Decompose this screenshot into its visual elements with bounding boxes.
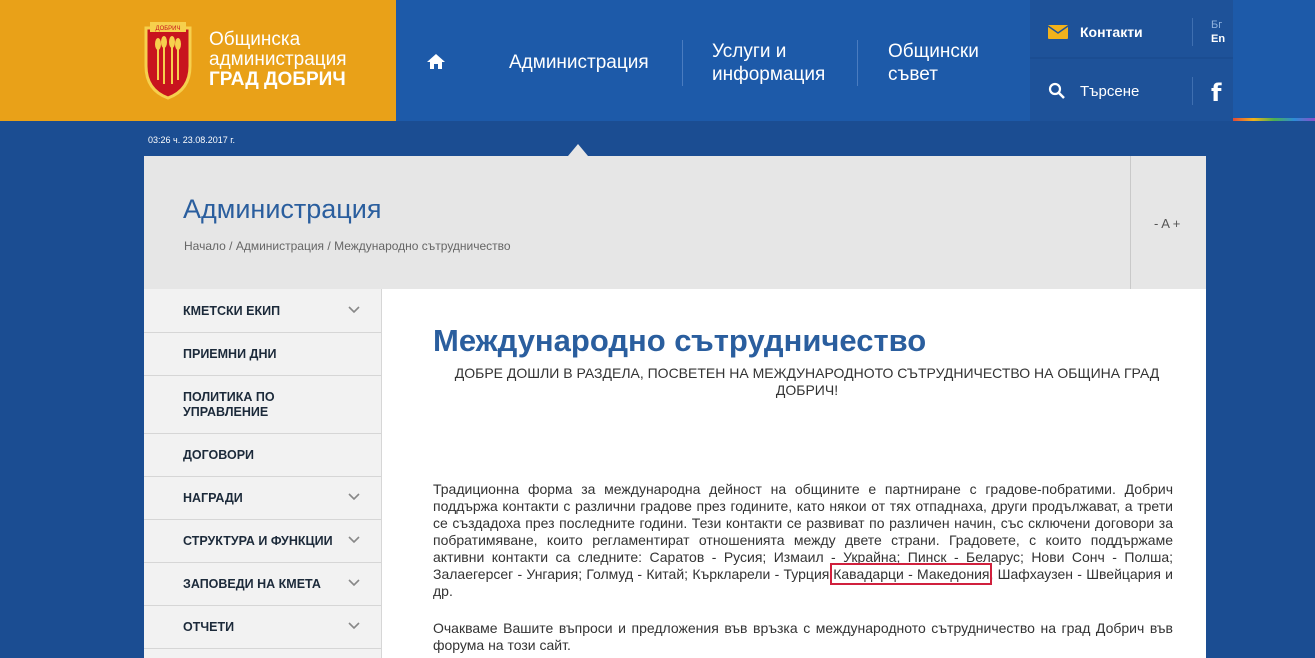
- sidebar-item-mayor-team[interactable]: КМЕТСКИ ЕКИП: [144, 289, 381, 333]
- content-title: Международно сътрудничество: [433, 323, 927, 358]
- sidebar-item-governance-policy[interactable]: ПОЛИТИКА ПО УПРАВЛЕНИЕ: [144, 376, 381, 434]
- page-title: Администрация: [183, 194, 382, 224]
- welcome-text: ДОБРЕ ДОШЛИ В РАЗДЕЛА, ПОСВЕТЕН НА МЕЖДУ…: [454, 365, 1160, 398]
- header-tools: Контакти Бг En Търсене f: [1030, 0, 1233, 121]
- sidebar-item-label: НАГРАДИ: [183, 491, 243, 505]
- sidebar-item-reception-days[interactable]: ПРИЕМНИ ДНИ: [144, 333, 381, 376]
- highlighted-city-link[interactable]: Кавадарци - Македония: [830, 563, 993, 585]
- chevron-down-icon[interactable]: [348, 622, 360, 630]
- search-row: Търсене f: [1030, 62, 1233, 121]
- nav-item-municipal-council[interactable]: Общински съвет: [888, 40, 979, 86]
- header-right-filler: [1233, 0, 1315, 121]
- sidebar-item-contracts[interactable]: ДОГОВОРИ: [144, 434, 381, 477]
- contacts-row: Контакти Бг En: [1030, 0, 1233, 59]
- city-crest-icon: ДОБРИЧ: [144, 22, 192, 100]
- sidebar-item-reports[interactable]: ОТЧЕТИ: [144, 606, 381, 649]
- active-nav-pointer: [568, 144, 588, 156]
- sidebar-item-label: СТРУКТУРА И ФУНКЦИИ: [183, 534, 333, 548]
- nav-item-administration[interactable]: Администрация: [509, 51, 649, 74]
- breadcrumb-home[interactable]: Начало: [184, 239, 226, 253]
- breadcrumb-current: Международно сътрудничество: [334, 239, 511, 253]
- chevron-down-icon[interactable]: [348, 536, 360, 544]
- search-link[interactable]: Търсене: [1080, 83, 1139, 100]
- language-switcher: Бг En: [1211, 18, 1225, 46]
- home-icon[interactable]: [424, 50, 448, 74]
- intro-paragraph: Традиционна форма за международна дейнос…: [433, 481, 1173, 600]
- crest-text: ДОБРИЧ: [156, 26, 181, 32]
- sidebar-item-label: ПОЛИТИКА ПО УПРАВЛЕНИЕ: [183, 390, 275, 419]
- font-size-control-area: - A +: [1130, 156, 1206, 289]
- chevron-down-icon[interactable]: [348, 306, 360, 314]
- forum-paragraph: Очакваме Вашите въпроси и предложения въ…: [433, 620, 1173, 653]
- lang-en-link[interactable]: En: [1211, 32, 1225, 46]
- breadcrumb-section[interactable]: Администрация: [236, 239, 324, 253]
- sidebar-item-structure[interactable]: СТРУКТУРА И ФУНКЦИИ: [144, 520, 381, 563]
- nav-item-label-line2: информация: [712, 64, 826, 85]
- nav-item-services[interactable]: Услуги и информация: [712, 40, 825, 86]
- facebook-icon[interactable]: f: [1211, 79, 1221, 107]
- brand-text: Общинска администрация ГРАД ДОБРИЧ: [209, 30, 347, 90]
- contacts-link[interactable]: Контакти: [1080, 24, 1143, 40]
- brand-line-1: Общинска: [209, 29, 301, 50]
- sidebar-item-label: КМЕТСКИ ЕКИП: [183, 304, 281, 318]
- sidebar-item-label: ОТЧЕТИ: [183, 620, 235, 634]
- nav-item-label: Администрация: [509, 52, 649, 73]
- tool-divider: [1192, 18, 1193, 46]
- nav-item-label-line2: съвет: [888, 64, 938, 85]
- page-title-band: Администрация Начало / Администрация / М…: [144, 156, 1206, 289]
- nav-item-label: Общински: [888, 41, 979, 62]
- sidebar-item-label: ПРИЕМНИ ДНИ: [183, 347, 277, 361]
- nav-separator: [682, 40, 683, 86]
- sidebar-item-label: ДОГОВОРИ: [183, 448, 255, 462]
- breadcrumb: Начало / Администрация / Международно съ…: [184, 239, 511, 253]
- chevron-down-icon[interactable]: [348, 493, 360, 501]
- brand-line-2: администрация: [209, 49, 347, 70]
- sidebar-menu: КМЕТСКИ ЕКИП ПРИЕМНИ ДНИ ПОЛИТИКА ПО УПР…: [144, 289, 381, 658]
- sidebar-item-awards[interactable]: НАГРАДИ: [144, 477, 381, 520]
- main-content: Международно сътрудничество ДОБРЕ ДОШЛИ …: [381, 289, 1206, 658]
- site-header: ДОБРИЧ Общинска администрация ГРАД ДОБРИ…: [0, 0, 1315, 121]
- lang-bg-link[interactable]: Бг: [1211, 18, 1225, 32]
- current-datetime: 03:26 ч. 23.08.2017 г.: [148, 135, 235, 145]
- nav-separator: [857, 40, 858, 86]
- sidebar-item-label: ЗАПОВЕДИ НА КМЕТА: [183, 577, 321, 591]
- sidebar-item-mayor-orders[interactable]: ЗАПОВЕДИ НА КМЕТА: [144, 563, 381, 606]
- nav-item-label: Услуги и: [712, 41, 787, 62]
- envelope-icon[interactable]: [1048, 25, 1068, 39]
- brand-logo-area[interactable]: ДОБРИЧ Общинска администрация ГРАД ДОБРИ…: [0, 0, 396, 121]
- color-stripe: [1233, 118, 1315, 121]
- tool-divider: [1192, 77, 1193, 105]
- font-size-control[interactable]: - A +: [1154, 216, 1180, 231]
- chevron-down-icon[interactable]: [348, 579, 360, 587]
- brand-line-3: ГРАД ДОБРИЧ: [209, 69, 346, 90]
- search-icon[interactable]: [1048, 82, 1066, 100]
